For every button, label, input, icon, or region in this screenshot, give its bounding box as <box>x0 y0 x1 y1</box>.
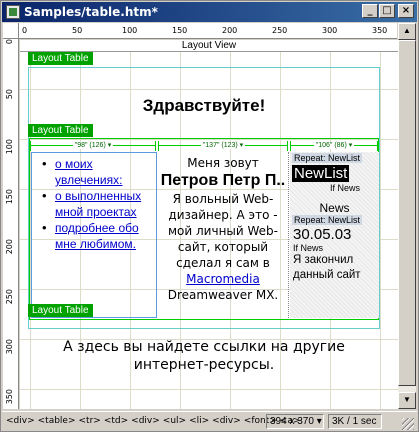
layout-view-header: Layout View <box>20 40 398 52</box>
status-bar: <div> <table> <tr> <td> <div> <ul> <li> <div> <f… <box>2 411 417 431</box>
ruler-label: 200 <box>222 26 238 35</box>
column-width-bar[interactable]: "98" (126) ▾ "137" (123) ▾ "106" (86) ▾ <box>30 141 378 151</box>
greeting-heading: Здравствуйте! <box>142 96 266 115</box>
projects-link[interactable]: о выполненных мной проектах <box>55 189 141 219</box>
ruler-label: 50 <box>72 26 83 35</box>
tag-li[interactable]: <li> <box>189 416 209 426</box>
layout-cell-intro[interactable]: Меня зовут Петров Петр П.. Я вольный Web… <box>158 152 288 318</box>
list-item: подробнее обо мне любимом. <box>32 220 156 252</box>
news-heading: News <box>319 201 350 215</box>
ruler-label: 350 <box>372 26 388 35</box>
ruler-label: 200 <box>5 239 14 255</box>
ruler-label: 100 <box>122 26 138 35</box>
close-button[interactable]: × <box>398 4 414 18</box>
about-link[interactable]: подробнее обо мне любимом. <box>55 221 139 251</box>
layout-table-tab-outer[interactable]: Layout Table <box>28 52 93 65</box>
document-icon <box>6 5 20 19</box>
ruler-corner <box>3 23 19 39</box>
repeat-region-label-2: Repeat: NewList <box>292 215 363 225</box>
if-news-label: If News <box>330 183 361 193</box>
ruler-label: 0 <box>5 39 14 45</box>
macromedia-link[interactable]: Macromedia <box>186 272 260 286</box>
tag-table[interactable]: <table> <box>38 416 76 426</box>
ruler-label: 300 <box>5 339 14 355</box>
list-item: о выполненных мной проектах <box>32 188 156 220</box>
tag-div[interactable]: <div> <box>212 416 241 426</box>
footer-text: А здесь вы найдете ссылки на другие инте… <box>63 339 345 373</box>
list-item: о моих увлечениях: <box>32 156 156 188</box>
layout-cell-news[interactable]: Repeat: NewList NewList If News News Rep… <box>290 152 379 318</box>
column-width-1[interactable]: "98" (126) ▾ <box>30 141 156 151</box>
vertical-ruler: 0 50 100 150 200 250 300 350 <box>3 39 19 409</box>
tag-selector[interactable]: <div> <table> <tr> <td> <div> <ul> <li> <div> <f… <box>6 416 303 426</box>
layout-cell-links[interactable]: о моих увлечениях: о выполненных мной пр… <box>31 152 157 318</box>
links-list: о моих увлечениях: о выполненных мной пр… <box>32 156 156 252</box>
if-news-label-2: If News <box>293 243 324 253</box>
tag-div[interactable]: <div> <box>6 416 35 426</box>
ruler-label: 50 <box>5 89 14 100</box>
tag-tr[interactable]: <tr> <box>79 416 101 426</box>
layout-table-tab-inner[interactable]: Layout Table <box>28 124 93 137</box>
ruler-label: 0 <box>22 26 28 35</box>
newlist-region[interactable]: NewList <box>292 165 350 182</box>
horizontal-ruler: 0 50 100 150 200 250 300 350 <box>19 23 397 39</box>
minimize-button[interactable]: _ <box>362 4 378 18</box>
news-text: Я закончил данный сайт <box>293 254 361 281</box>
ruler-label: 150 <box>172 26 188 35</box>
ruler-label: 250 <box>272 26 288 35</box>
document-window: Samples/table.htm* _ □ × 0 50 100 150 20… <box>0 0 419 432</box>
resize-grip-icon[interactable] <box>402 418 414 430</box>
ruler-label: 300 <box>322 26 338 35</box>
download-size: 3K / 1 sec <box>328 414 382 429</box>
ruler-label: 100 <box>5 139 14 155</box>
design-canvas[interactable]: Layout View Layout Table Здравствуйте! L… <box>20 40 398 409</box>
repeat-region-label: Repeat: NewList <box>292 153 363 163</box>
tag-ul[interactable]: <ul> <box>163 416 186 426</box>
ruler-label: 350 <box>5 389 14 405</box>
vertical-scrollbar[interactable]: ▲ ▼ <box>398 23 416 409</box>
title-bar[interactable]: Samples/table.htm* _ □ × <box>2 2 417 22</box>
author-name: Петров Петр П.. <box>160 172 286 189</box>
tag-td[interactable]: <td> <box>104 416 128 426</box>
scroll-thumb[interactable] <box>398 40 416 386</box>
intro-text: Меня зовут <box>187 156 259 170</box>
scroll-down-button[interactable]: ▼ <box>398 392 416 409</box>
layout-table-tab-bottom[interactable]: Layout Table <box>28 304 93 317</box>
intro-paragraph: Я вольный Web-дизайнер. А это - мой личн… <box>167 192 279 302</box>
hobbies-link[interactable]: о моих увлечениях: <box>55 157 122 187</box>
column-width-2[interactable]: "137" (123) ▾ <box>158 141 288 151</box>
ruler-label: 150 <box>5 189 14 205</box>
window-title: Samples/table.htm* <box>24 5 158 19</box>
tag-div[interactable]: <div> <box>131 416 160 426</box>
window-size-dropdown[interactable]: 394 x 370 ▾ <box>266 414 324 429</box>
ruler-label: 250 <box>5 289 14 305</box>
news-date: 30.05.03 <box>293 226 352 243</box>
maximize-button[interactable]: □ <box>379 4 395 18</box>
scroll-up-button[interactable]: ▲ <box>398 23 416 40</box>
column-width-3[interactable]: "106" (86) ▾ <box>290 141 378 151</box>
